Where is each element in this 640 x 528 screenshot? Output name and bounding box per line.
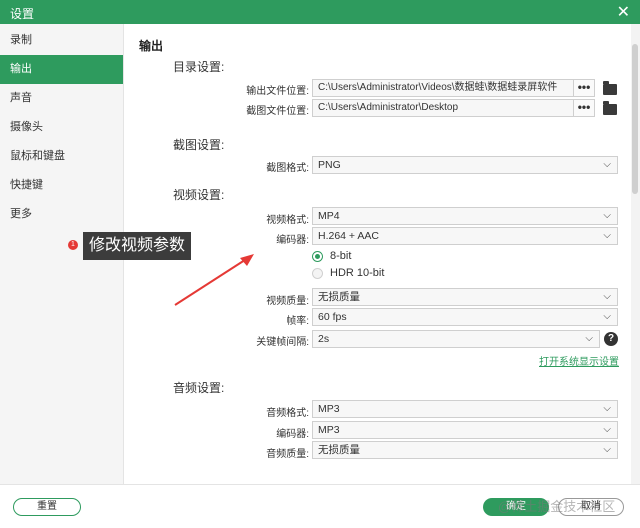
title-bar: 设置 ✕ [0,0,640,24]
radio-hdr10bit-label: HDR 10-bit [330,267,385,279]
keyframe-interval-label: 关键帧间隔: [256,337,309,348]
audio-quality-value: 无损质量 [318,444,360,456]
section-title: 输出 [139,39,164,53]
open-display-settings-link[interactable]: 打开系统显示设置 [539,353,619,368]
audio-format-label: 音频格式: [266,408,309,419]
chevron-down-icon: ⌵ [603,230,611,241]
watermark: @稀土掘金技术社区 [498,499,616,514]
audio-format-value: MP3 [318,403,340,415]
annotation-badge: 1 [68,240,78,250]
chevron-down-icon: ⌵ [603,444,611,455]
fps-select[interactable]: 60 fps ⌵ [312,308,618,326]
vertical-scrollbar[interactable] [631,24,640,484]
chevron-down-icon: ⌵ [585,333,593,344]
audio-quality-label: 音频质量: [266,449,309,460]
open-screenshot-folder-icon[interactable] [603,101,617,115]
help-icon[interactable]: ? [604,332,618,346]
window-title: 设置 [10,7,35,21]
audio-encoder-value: MP3 [318,424,340,436]
sidebar-item-mouse-keyboard[interactable]: 鼠标和键盘 [0,142,123,171]
audio-settings-title: 音频设置: [173,381,225,395]
video-format-value: MP4 [318,210,340,222]
video-encoder-value: H.264 + AAC [318,230,379,242]
sidebar-item-sound[interactable]: 声音 [0,84,123,113]
screenshot-location-field[interactable]: C:\Users\Administrator\Desktop [312,99,574,117]
open-output-folder-icon[interactable] [603,81,617,95]
chevron-down-icon: ⌵ [603,424,611,435]
sidebar-item-camera[interactable]: 摄像头 [0,113,123,142]
screenshot-format-label: 截图格式: [266,163,309,174]
screenshot-format-select[interactable]: PNG ⌵ [312,156,618,174]
audio-format-select[interactable]: MP3 ⌵ [312,400,618,418]
video-quality-select[interactable]: 无损质量 ⌵ [312,288,618,306]
video-settings-title: 视频设置: [173,188,225,202]
screenshot-location-label: 截图文件位置: [246,106,309,117]
reset-button[interactable]: 重置 [13,498,81,516]
audio-quality-select[interactable]: 无损质量 ⌵ [312,441,618,459]
screenshot-format-value: PNG [318,159,341,171]
sidebar-item-output[interactable]: 输出 [0,55,123,84]
video-quality-value: 无损质量 [318,291,360,303]
radio-hdr10bit[interactable] [312,268,323,279]
directory-settings-title: 目录设置: [173,60,225,74]
arrow-head [240,254,254,266]
sidebar-item-record[interactable]: 录制 [0,26,123,55]
fps-label: 帧率: [286,316,309,327]
fps-value: 60 fps [318,311,347,323]
video-format-label: 视频格式: [266,215,309,226]
chevron-down-icon: ⌵ [603,291,611,302]
keyframe-interval-value: 2s [318,333,330,345]
radio-8bit[interactable] [312,251,323,262]
annotation-arrow-icon [174,254,254,306]
sidebar-item-more[interactable]: 更多 [0,200,123,229]
scrollbar-thumb[interactable] [632,44,638,194]
chevron-down-icon: ⌵ [603,159,611,170]
browse-output-button[interactable]: ••• [573,79,595,97]
audio-encoder-select[interactable]: MP3 ⌵ [312,421,618,439]
arrow-shaft [174,257,249,306]
output-location-label: 输出文件位置: [246,86,309,97]
chevron-down-icon: ⌵ [603,210,611,221]
video-format-select[interactable]: MP4 ⌵ [312,207,618,225]
video-encoder-select[interactable]: H.264 + AAC ⌵ [312,227,618,245]
keyframe-interval-select[interactable]: 2s ⌵ [312,330,600,348]
sidebar-item-hotkeys[interactable]: 快捷键 [0,171,123,200]
output-location-field[interactable]: C:\Users\Administrator\Videos\数据蛙\数据蛙录屏软… [312,79,574,97]
radio-8bit-label: 8-bit [330,250,352,262]
browse-screenshot-button[interactable]: ••• [573,99,595,117]
audio-encoder-label: 编码器: [276,429,309,440]
chevron-down-icon: ⌵ [603,311,611,322]
video-encoder-label: 编码器: [276,235,309,246]
chevron-down-icon: ⌵ [603,403,611,414]
screenshot-settings-title: 截图设置: [173,138,225,152]
close-icon[interactable]: ✕ [617,2,630,22]
